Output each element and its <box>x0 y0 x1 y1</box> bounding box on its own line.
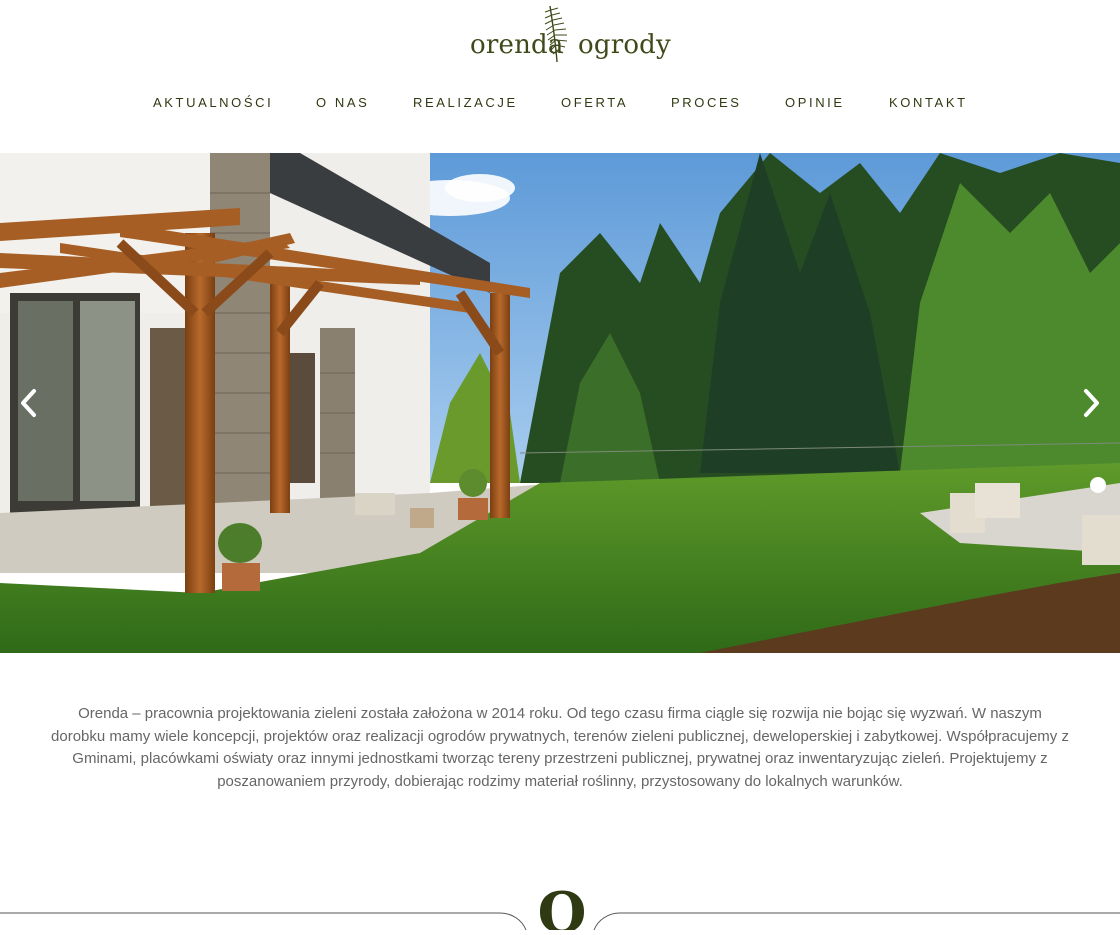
nav-item-realizacje[interactable]: REALIZACJE <box>413 95 518 110</box>
nav-item-aktualnosci[interactable]: AKTUALNOŚCI <box>153 95 273 110</box>
hero-slider <box>0 153 1120 653</box>
logo-word-orenda: orenda <box>470 30 564 60</box>
divider-ornament: O <box>0 880 1120 935</box>
chevron-right-icon <box>1084 389 1099 417</box>
section-divider: O <box>0 880 1120 935</box>
nav-item-oferta[interactable]: OFERTA <box>561 95 628 110</box>
chevron-left-icon <box>21 389 36 417</box>
nav-item-opinie[interactable]: OPINIE <box>785 95 845 110</box>
logo-word-ogrody: ogrody <box>578 30 671 60</box>
nav-item-proces[interactable]: PROCES <box>671 95 742 110</box>
slider-next-button[interactable] <box>1076 385 1106 421</box>
divider-letter: O <box>538 880 587 930</box>
logo-wordmark: orenda ogrody <box>470 30 671 60</box>
nav-item-o-nas[interactable]: O NAS <box>316 95 369 110</box>
main-navigation: AKTUALNOŚCI O NAS REALIZACJE OFERTA PROC… <box>0 95 1120 111</box>
hero-garden-image <box>0 153 1120 653</box>
site-header: orenda ogrody AKTUALNOŚCI O NAS REALIZAC… <box>0 0 1120 153</box>
nav-item-kontakt[interactable]: KONTAKT <box>889 95 968 110</box>
company-intro-text: Orenda – pracownia projektowania zieleni… <box>51 705 1069 790</box>
site-logo[interactable]: orenda ogrody <box>460 0 671 70</box>
slider-prev-button[interactable] <box>14 385 44 421</box>
